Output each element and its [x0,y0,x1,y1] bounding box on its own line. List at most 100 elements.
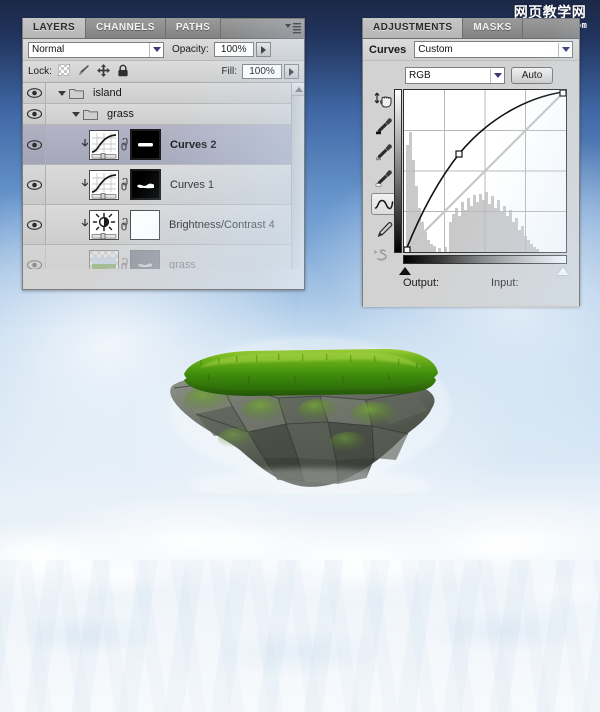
layer-row-brightness-contrast-4[interactable]: Brightness/Contrast 4 [23,205,304,245]
layer-mask-thumbnail[interactable] [130,209,160,240]
layer-row-grass-group[interactable]: grass [23,104,304,125]
all-lock-icon[interactable] [117,64,129,80]
eye-icon [26,259,42,269]
layers-panel-tabstrip: LAYERS CHANNELS PATHS [23,18,304,39]
preset-select[interactable]: Custom [414,41,573,58]
layer-name: grass [107,108,134,120]
link-icon[interactable] [119,218,130,231]
layer-name: Curves 2 [170,138,217,151]
opacity-input[interactable]: 100% [213,42,254,57]
folder-icon [83,108,98,120]
eye-icon [26,88,42,98]
black-point-slider[interactable] [399,267,411,275]
fill-input[interactable]: 100% [242,64,282,79]
adjustments-panel-tabstrip: ADJUSTMENTS MASKS [363,18,579,39]
tab-masks[interactable]: MASKS [463,18,523,38]
tab-layers[interactable]: LAYERS [23,18,87,38]
eye-icon [26,109,42,119]
curve-svg [403,89,567,254]
chevron-down-icon[interactable] [558,42,572,57]
output-gradient-bar [394,89,402,253]
channel-row: RGB Auto [363,65,579,89]
adjustments-panel: ADJUSTMENTS MASKS Curves Custom RGB Auto [362,18,580,307]
preset-value: Custom [418,44,453,55]
scroll-up-icon[interactable] [292,83,304,96]
opacity-label: Opacity: [172,44,209,55]
floating-island-artwork [160,318,460,493]
opacity-stepper[interactable] [255,42,271,57]
layer-thumbnail-grass[interactable] [89,249,119,269]
clipping-mask-arrow-icon [78,179,89,190]
visibility-toggle[interactable] [23,125,46,164]
lock-fill-row: Lock: Fill: 100% [23,61,304,83]
disclosure-triangle-icon[interactable] [56,90,67,96]
eye-icon [26,139,42,150]
tab-paths[interactable]: PATHS [165,18,222,38]
tab-channels[interactable]: CHANNELS [86,18,166,38]
blend-mode-value: Normal [32,44,65,55]
clipping-mask-arrow-icon [78,219,89,230]
output-input-row: Output: Input: [403,277,578,289]
link-icon[interactable] [119,138,130,151]
fill-label: Fill: [221,66,237,77]
transparency-lock-icon[interactable] [57,63,71,79]
move-lock-icon[interactable] [96,63,110,80]
fill-stepper[interactable] [284,64,299,79]
layer-row-island-group[interactable]: island [23,83,304,104]
input-label: Input: [491,277,519,289]
visibility-toggle[interactable] [23,205,46,244]
layer-name: grass [169,258,196,270]
channel-value: RGB [409,70,431,81]
curve-canvas[interactable] [403,89,567,254]
layers-panel: LAYERS CHANNELS PATHS Normal Opacity: 10… [22,18,305,290]
output-label: Output: [403,277,440,289]
curve-point-white [559,89,567,97]
curves-editor: RGB Auto Output: Input: [363,61,579,307]
layer-row-curves-1[interactable]: Curves 1 [23,165,304,205]
link-icon[interactable] [119,178,130,191]
adjustment-title: Curves [369,43,407,56]
visibility-toggle[interactable] [23,245,46,269]
tab-adjustments[interactable]: ADJUSTMENTS [363,18,464,38]
layer-mask-thumbnail[interactable] [130,129,161,160]
curves-preset-row: Curves Custom [363,39,579,61]
histogram [406,132,539,252]
chevron-down-icon[interactable] [149,42,163,57]
visibility-toggle[interactable] [23,104,46,124]
layer-mask-thumbnail[interactable] [130,249,160,269]
eye-icon [26,219,42,230]
blend-mode-select[interactable]: Normal [28,41,164,58]
input-gradient-bar [403,255,567,264]
curve-point-mid [455,150,463,158]
disclosure-triangle-icon[interactable] [70,111,81,117]
cloud-shading [0,560,600,712]
link-icon[interactable] [119,258,130,269]
brush-lock-icon[interactable] [77,64,90,80]
clipping-mask-arrow-icon [78,139,89,150]
auto-button[interactable]: Auto [511,67,553,84]
folder-icon [69,87,84,99]
layer-thumbnail-brightness-contrast[interactable] [89,209,119,240]
layer-name: Brightness/Contrast 4 [169,218,275,231]
curve-point-black [403,246,411,254]
lock-label: Lock: [28,66,52,77]
layer-row-curves-2[interactable]: Curves 2 [23,125,304,165]
layer-list-scrollbar[interactable] [291,83,304,269]
blend-opacity-row: Normal Opacity: 100% [23,39,304,61]
layer-row-grass-pixel[interactable]: grass [23,245,304,269]
layer-name: Curves 1 [170,178,215,191]
eye-icon [26,179,42,190]
panel-menu-icon[interactable] [282,18,304,38]
layer-thumbnail-curves[interactable] [89,169,119,200]
visibility-toggle[interactable] [23,83,46,103]
channel-select[interactable]: RGB [405,67,505,84]
photoshop-canvas: 网页教学网 www.webjx.com LAYERS CHANNELS PATH… [0,0,600,712]
white-point-slider[interactable] [557,267,569,275]
curve-graph-area [394,89,573,275]
layer-thumbnail-curves[interactable] [89,129,119,160]
layer-mask-thumbnail[interactable] [130,169,161,200]
chevron-down-icon[interactable] [490,68,504,83]
layer-name: island [93,87,122,99]
layer-list[interactable]: island grass Curves 2 Curves 1 Brightnes… [23,83,304,269]
visibility-toggle[interactable] [23,165,46,204]
